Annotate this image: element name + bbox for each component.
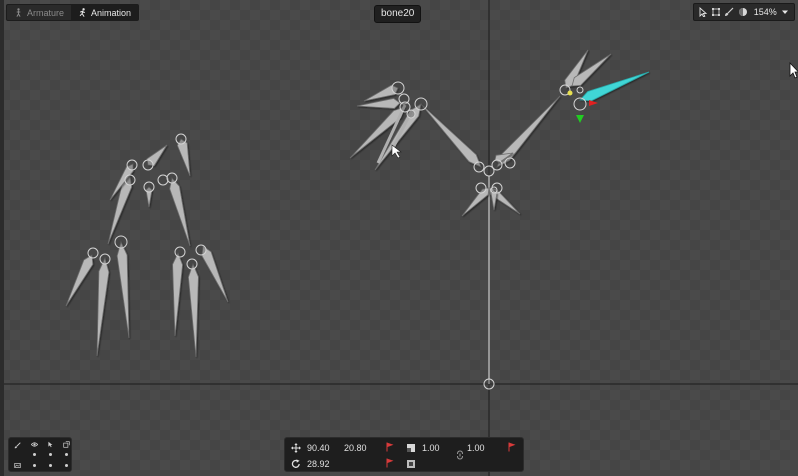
mouse-cursor-icon bbox=[391, 144, 402, 159]
bone[interactable] bbox=[169, 177, 191, 247]
layer-visibility-panel bbox=[8, 437, 72, 472]
toggle-dot[interactable] bbox=[65, 453, 68, 456]
bone[interactable] bbox=[96, 256, 110, 357]
gizmo-y-axis-arrow[interactable] bbox=[576, 115, 584, 123]
bones-layer bbox=[65, 49, 650, 384]
bone-joint[interactable] bbox=[186, 258, 198, 270]
scale-icon bbox=[407, 444, 415, 452]
tab-armature-label: Armature bbox=[27, 7, 65, 18]
toggle-dot[interactable] bbox=[33, 453, 36, 456]
image-layer-icon bbox=[14, 463, 21, 468]
rotate-icon bbox=[291, 459, 300, 468]
bone-joint[interactable] bbox=[114, 235, 128, 249]
bone-joint[interactable] bbox=[414, 97, 428, 111]
bone-joint[interactable] bbox=[99, 253, 111, 265]
toggle-dot[interactable] bbox=[65, 464, 68, 467]
brush-icon bbox=[14, 442, 21, 449]
position-y-value[interactable]: 20.80 bbox=[344, 442, 367, 454]
left-panel-edge bbox=[0, 0, 4, 476]
transform-panel: 90.40 20.80 1.00 1.00 28.92 bbox=[284, 437, 524, 472]
bone-joint[interactable] bbox=[504, 157, 516, 169]
zoom-level[interactable]: 154% bbox=[754, 7, 777, 17]
bone-joint[interactable] bbox=[143, 181, 155, 193]
bone[interactable] bbox=[461, 187, 490, 217]
bone[interactable] bbox=[116, 240, 130, 339]
bone-joint[interactable] bbox=[490, 186, 498, 194]
armature-canvas[interactable] bbox=[0, 0, 798, 476]
gizmo-x-axis-arrow[interactable] bbox=[589, 100, 598, 106]
bone-joint[interactable] bbox=[126, 159, 138, 171]
mode-tabs: Armature Animation bbox=[6, 4, 140, 21]
bone-joint[interactable] bbox=[576, 86, 584, 94]
color-sphere-icon[interactable] bbox=[738, 7, 748, 18]
tab-animation-label: Animation bbox=[91, 7, 132, 18]
view-toolbar: 154% bbox=[693, 3, 795, 21]
toggle-dot[interactable] bbox=[33, 464, 36, 467]
bone-joint[interactable] bbox=[475, 182, 487, 194]
brush-icon[interactable] bbox=[724, 7, 734, 18]
toggle-dot[interactable] bbox=[49, 464, 52, 467]
rotation-value[interactable]: 28.92 bbox=[307, 458, 330, 470]
joints-layer bbox=[87, 81, 587, 390]
bone-joint[interactable] bbox=[391, 81, 405, 95]
scale-y-value[interactable]: 1.00 bbox=[467, 442, 485, 454]
cursor-lock-icon bbox=[48, 441, 53, 448]
bone[interactable] bbox=[176, 138, 191, 177]
tab-armature[interactable]: Armature bbox=[7, 5, 71, 20]
scale-x-value[interactable]: 1.00 bbox=[422, 442, 440, 454]
bone-joint[interactable] bbox=[483, 165, 495, 177]
bone[interactable] bbox=[356, 98, 401, 109]
bone-joint[interactable] bbox=[406, 109, 416, 119]
arrow-cursor-icon bbox=[789, 62, 798, 79]
transform-lock-icon bbox=[63, 441, 70, 448]
keyframe-flag-icon[interactable] bbox=[508, 442, 516, 452]
skew-icon bbox=[407, 460, 415, 468]
chevron-down-icon[interactable] bbox=[780, 7, 790, 18]
bone[interactable] bbox=[172, 251, 183, 337]
tab-animation[interactable]: Animation bbox=[71, 5, 139, 20]
toggle-dot[interactable] bbox=[49, 453, 52, 456]
bone-joint[interactable] bbox=[87, 247, 99, 259]
bone-joint[interactable] bbox=[195, 244, 207, 256]
gizmo-pivot-point[interactable] bbox=[567, 90, 573, 96]
keyframe-flag-icon[interactable] bbox=[386, 458, 394, 468]
eye-icon bbox=[31, 442, 38, 447]
bounding-box-icon[interactable] bbox=[711, 7, 721, 18]
selected-bone[interactable] bbox=[579, 71, 650, 102]
keyframe-flag-icon[interactable] bbox=[386, 442, 394, 452]
bone-joint[interactable] bbox=[142, 159, 154, 171]
bone-joint[interactable] bbox=[166, 172, 178, 184]
select-arrow-icon[interactable] bbox=[698, 7, 708, 18]
selected-bone-name: bone20 bbox=[374, 5, 422, 23]
bone-joint[interactable] bbox=[483, 378, 495, 390]
bone-joint[interactable] bbox=[473, 161, 485, 173]
bone[interactable] bbox=[65, 254, 94, 307]
bone[interactable] bbox=[420, 103, 482, 168]
bone[interactable] bbox=[188, 262, 199, 358]
move-icon bbox=[291, 443, 301, 453]
bone-joint[interactable] bbox=[175, 133, 187, 145]
bone-joint[interactable] bbox=[573, 97, 587, 111]
bone[interactable] bbox=[201, 245, 229, 303]
position-x-value[interactable]: 90.40 bbox=[307, 442, 330, 454]
bone-joint[interactable] bbox=[174, 246, 186, 258]
bone-joint[interactable] bbox=[124, 174, 136, 186]
animation-mode-icon bbox=[79, 8, 85, 17]
armature-mode-icon bbox=[16, 8, 21, 17]
link-scale-icon[interactable] bbox=[455, 450, 465, 460]
bone-joint[interactable] bbox=[157, 174, 169, 186]
